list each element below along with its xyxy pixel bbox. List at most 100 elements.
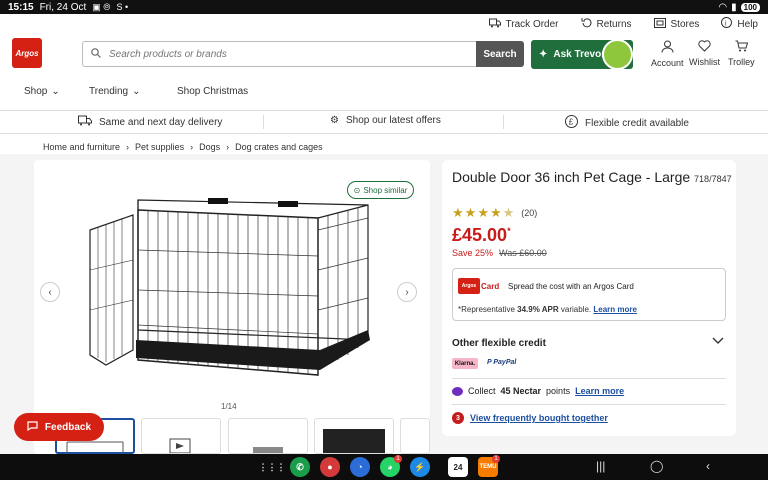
- was-price: Was £60.00: [499, 248, 547, 258]
- store-icon: [653, 17, 666, 31]
- nav-shop-christmas[interactable]: Shop Christmas: [177, 86, 248, 97]
- spread-cost-text: Spread the cost with an Argos Card: [508, 282, 634, 291]
- returns-link[interactable]: Returns: [581, 17, 632, 31]
- returns-icon: [581, 17, 592, 31]
- thumbnail[interactable]: [228, 418, 308, 454]
- date: Fri, 24 Oct: [39, 1, 87, 13]
- stores-link[interactable]: Stores: [653, 17, 699, 31]
- clock: 15:15: [8, 1, 34, 13]
- star-icon: ★: [477, 205, 489, 220]
- recents-icon[interactable]: |||: [596, 459, 605, 473]
- star-icon: ★: [464, 205, 477, 220]
- product-title: Double Door 36 inch Pet Cage - Large 718…: [452, 169, 732, 185]
- temu-badge: 1: [492, 455, 500, 463]
- feedback-button[interactable]: Feedback: [14, 413, 104, 441]
- nav-trending[interactable]: Trending ⌄: [89, 86, 141, 97]
- chevron-down-icon[interactable]: [712, 337, 724, 348]
- nectar-points: Collect 45 Nectar points Learn more: [452, 386, 624, 396]
- product-image[interactable]: [88, 190, 378, 385]
- savings: Save 25% Was £60.00: [452, 248, 547, 258]
- truck-icon: [488, 18, 501, 31]
- track-order-link[interactable]: Track Order: [488, 18, 559, 31]
- signal-icon: ▮: [731, 1, 737, 13]
- carousel-prev-button[interactable]: ‹: [40, 282, 60, 302]
- svg-text:i: i: [725, 21, 727, 28]
- klarna-logo: Klarna.: [452, 358, 478, 369]
- app-drawer-icon[interactable]: ⋮⋮⋮: [259, 457, 286, 477]
- chevron-down-icon: ⌄: [51, 86, 60, 97]
- shop-similar-button[interactable]: ⊙ Shop similar: [347, 181, 414, 199]
- paypal-logo: P PayPal: [487, 359, 517, 366]
- thumbnail[interactable]: [141, 418, 221, 454]
- s-app-icon: S •: [116, 2, 129, 12]
- breadcrumb-item[interactable]: Dog crates and cages: [235, 142, 323, 152]
- search-button[interactable]: Search: [476, 41, 524, 67]
- chevron-down-icon: ⌄: [132, 86, 141, 97]
- promo-offers[interactable]: ⚙ Shop our latest offers: [330, 115, 441, 126]
- search-icon: [91, 47, 101, 61]
- system-status-bar: 15:15 Fri, 24 Oct ▣ ⦾ S • ◠ ▮ 100: [0, 0, 768, 14]
- argos-logo[interactable]: Argos: [12, 38, 42, 68]
- breadcrumb-item[interactable]: Home and furniture: [43, 142, 120, 152]
- heart-icon: [698, 40, 711, 54]
- trolley-link[interactable]: Trolley: [728, 40, 755, 67]
- image-counter: 1/14: [221, 402, 237, 411]
- breadcrumb-item[interactable]: Dogs: [199, 142, 220, 152]
- chevron-right-icon: ›: [126, 142, 130, 152]
- battery-icon: 100: [740, 2, 760, 12]
- camera-icon: ⊙: [353, 185, 361, 195]
- svg-text:£: £: [569, 118, 574, 127]
- whatsapp-badge: 1: [394, 455, 402, 463]
- calendar-icon[interactable]: 24: [448, 457, 468, 477]
- star-icon: ★: [452, 205, 464, 220]
- learn-more-link[interactable]: Learn more: [593, 305, 637, 314]
- other-credit-heading[interactable]: Other flexible credit: [452, 338, 546, 349]
- chevron-right-icon: ›: [190, 142, 194, 152]
- promo-credit[interactable]: £ Flexible credit available: [565, 115, 689, 131]
- divider: [452, 378, 726, 379]
- breadcrumb-item[interactable]: Pet supplies: [135, 142, 184, 152]
- account-link[interactable]: Account: [651, 40, 684, 68]
- chevron-right-icon: ›: [405, 286, 409, 298]
- frequently-bought-together[interactable]: 3 View frequently bought together: [452, 412, 608, 424]
- trolley-icon: [735, 40, 749, 54]
- messenger-icon[interactable]: ⚡: [410, 457, 430, 477]
- nav-shop[interactable]: Shop ⌄: [24, 86, 60, 97]
- rating-stars[interactable]: ★ ★ ★ ★ ★ (20): [452, 205, 537, 221]
- breadcrumb: Home and furniture › Pet supplies › Dogs…: [43, 142, 323, 152]
- nectar-learn-more-link[interactable]: Learn more: [575, 386, 624, 396]
- notification-icon: ▣ ⦾: [92, 1, 111, 12]
- thumbnail[interactable]: [314, 418, 394, 454]
- chevron-right-icon: ›: [226, 142, 230, 152]
- phone-icon[interactable]: ✆: [290, 457, 310, 477]
- product-code: 718/7847: [694, 174, 732, 184]
- gear-icon: ⚙: [330, 115, 339, 126]
- divider: [452, 404, 726, 405]
- help-link[interactable]: i Help: [721, 17, 758, 31]
- trevor-avatar[interactable]: [602, 39, 633, 70]
- search-bar[interactable]: [82, 41, 476, 67]
- wifi-icon: ◠: [718, 1, 728, 13]
- carousel-next-button[interactable]: ›: [397, 282, 417, 302]
- messages-icon[interactable]: ◔: [350, 457, 370, 477]
- chat-icon: [27, 420, 38, 434]
- search-input[interactable]: [109, 48, 449, 60]
- divider: [503, 115, 504, 129]
- divider: [263, 115, 264, 129]
- account-icon: [661, 40, 674, 55]
- chevron-left-icon: ‹: [48, 286, 52, 298]
- credit-icon: £: [565, 115, 578, 131]
- contacts-icon[interactable]: ●: [320, 457, 340, 477]
- thumbnail[interactable]: [400, 418, 430, 454]
- star-icon: ★: [489, 205, 502, 220]
- utility-bar: Track Order Returns Stores i Help: [0, 14, 768, 34]
- review-count: (20): [521, 208, 538, 218]
- promo-delivery[interactable]: Same and next day delivery: [78, 115, 222, 129]
- argos-card-logo: Argos: [458, 278, 480, 294]
- home-icon[interactable]: ◯: [650, 459, 663, 473]
- frequently-bought-link[interactable]: View frequently bought together: [470, 413, 608, 423]
- wishlist-link[interactable]: Wishlist: [689, 40, 720, 67]
- paypal-icon: P: [487, 359, 492, 366]
- back-icon[interactable]: ‹: [706, 459, 710, 473]
- truck-icon: [78, 115, 92, 129]
